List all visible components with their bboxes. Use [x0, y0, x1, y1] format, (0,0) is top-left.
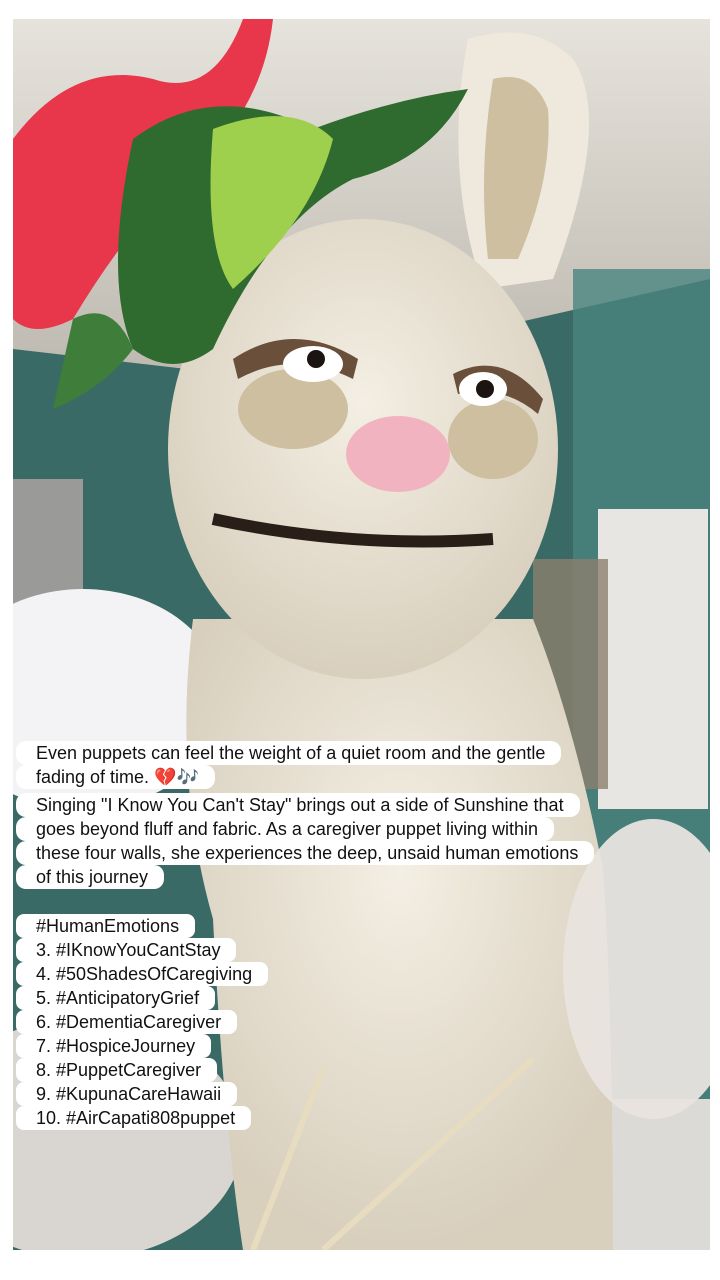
caption-line: Singing "I Know You Can't Stay" brings o… [16, 793, 580, 817]
caption-line: these four walls, she experiences the de… [16, 841, 595, 865]
hashtag[interactable]: 8. #PuppetCaregiver [16, 1058, 218, 1082]
hashtag[interactable]: #HumanEmotions [16, 914, 196, 938]
hashtag[interactable]: 9. #KupunaCareHawaii [16, 1082, 238, 1106]
hashtag[interactable]: 5. #AnticipatoryGrief [16, 986, 216, 1010]
caption-line: of this journey [16, 865, 165, 889]
hashtag[interactable]: 4. #50ShadesOfCaregiving [16, 962, 269, 986]
caption-line: Even puppets can feel the weight of a qu… [16, 741, 562, 765]
caption-line: goes beyond fluff and fabric. As a careg… [16, 817, 554, 841]
hashtag[interactable]: 7. #HospiceJourney [16, 1034, 212, 1058]
caption-line: fading of time. 💔🎶 [16, 765, 215, 789]
caption-overlay: Even puppets can feel the weight of a qu… [13, 19, 710, 1250]
hashtag[interactable]: 10. #AirCapati808puppet [16, 1106, 252, 1130]
hashtag[interactable]: 3. #IKnowYouCantStay [16, 938, 237, 962]
hashtag[interactable]: 6. #DementiaCaregiver [16, 1010, 238, 1034]
